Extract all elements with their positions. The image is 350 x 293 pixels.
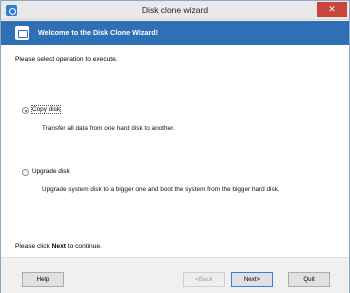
disk-clone-icon bbox=[15, 26, 29, 40]
copy-disk-radio[interactable] bbox=[22, 107, 29, 114]
continue-suffix: to continue. bbox=[65, 243, 102, 250]
upgrade-disk-description: Upgrade system disk to a bigger one and … bbox=[42, 186, 280, 193]
operation-prompt: Please select operation to execute. bbox=[15, 56, 118, 63]
title-bar: Disk clone wizard ✕ bbox=[1, 1, 349, 20]
back-button[interactable]: <Back bbox=[183, 272, 225, 287]
button-bar: Help <Back Next> Quit bbox=[1, 257, 349, 293]
wizard-banner: Welcome to the Disk Clone Wizard! bbox=[1, 21, 349, 45]
banner-title: Welcome to the Disk Clone Wizard! bbox=[38, 28, 159, 37]
upgrade-disk-radio[interactable] bbox=[22, 169, 29, 176]
help-button[interactable]: Help bbox=[22, 272, 64, 287]
wizard-window: Disk clone wizard ✕ Welcome to the Disk … bbox=[0, 0, 350, 293]
close-button[interactable]: ✕ bbox=[317, 2, 347, 17]
wizard-content: Please select operation to execute. Copy… bbox=[1, 45, 349, 257]
continue-prefix: Please click bbox=[15, 243, 52, 250]
copy-disk-description: Transfer all data from one hard disk to … bbox=[42, 125, 175, 132]
continue-next-word: Next bbox=[51, 243, 66, 250]
next-button[interactable]: Next> bbox=[231, 272, 273, 287]
copy-disk-label[interactable]: Copy disk bbox=[30, 105, 62, 114]
window-title: Disk clone wizard bbox=[141, 5, 209, 15]
continue-instruction: Please click Next to continue. bbox=[15, 243, 102, 250]
quit-button[interactable]: Quit bbox=[288, 272, 330, 287]
upgrade-disk-label[interactable]: Upgrade disk bbox=[32, 168, 70, 175]
